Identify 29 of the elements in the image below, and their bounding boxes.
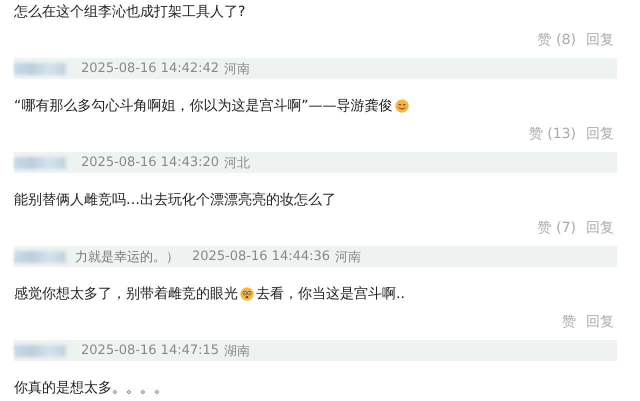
blurred-username [14, 156, 66, 168]
comment-text: 感觉你想太多了，别带着雌竞的眼光 [14, 285, 238, 304]
reply-link[interactable]: 回复 [586, 219, 614, 237]
like-link[interactable]: 赞 (7) [538, 219, 576, 237]
dizzy-face-icon [240, 287, 254, 301]
comment-region: 湖南 [224, 342, 250, 360]
like-link[interactable]: 赞 (13) [528, 125, 576, 143]
reply-link[interactable]: 回复 [586, 125, 614, 143]
blurred-username [14, 250, 66, 262]
comment-time: 2025-08-16 14:42:42 [81, 61, 220, 76]
user-signature: 力就是幸运的。） [75, 248, 179, 266]
comment-region: 河北 [224, 154, 250, 172]
comment-time: 2025-08-16 14:43:20 [81, 155, 220, 170]
comment-text: 去看，你当这是宫斗啊.. [256, 285, 405, 304]
like-link[interactable]: 赞 (8) [538, 31, 576, 49]
comment-text: 你真的是想太多。。。。 [14, 379, 168, 398]
comment-text: 怎么在这个组李沁也成打架工具人了? [14, 3, 246, 22]
blurred-username [14, 344, 66, 356]
reply-link[interactable]: 回复 [586, 31, 614, 49]
comment-region: 河南 [335, 248, 362, 266]
reply-link[interactable]: 回复 [586, 313, 614, 331]
comment-text: 能别替俩人雌竞吗…出去玩化个漂漂亮亮的妆怎么了 [14, 191, 336, 210]
like-link[interactable]: 赞 [562, 313, 576, 331]
comment-region: 河南 [224, 60, 250, 78]
comment-text: “哪有那么多勾心斗角啊姐，你以为这是宫斗啊”——导游龚俊 [14, 97, 393, 116]
comment-time: 2025-08-16 14:44:36 [192, 249, 330, 264]
blurred-username [14, 62, 66, 74]
comment-time: 2025-08-16 14:47:15 [81, 343, 220, 358]
smiling-face-icon [394, 99, 409, 113]
